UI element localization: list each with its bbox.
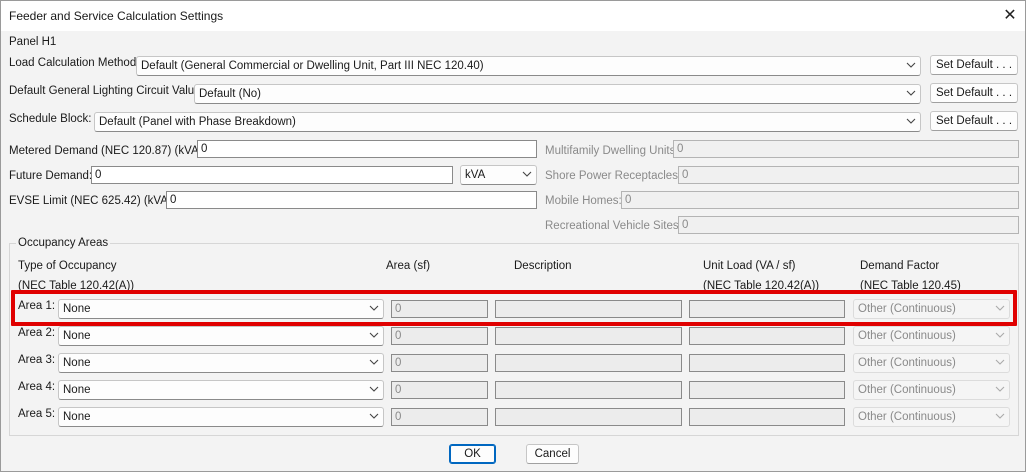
- area-demand-select: Other (Continuous): [853, 326, 1010, 346]
- metered-demand-input[interactable]: 0: [197, 140, 537, 158]
- area-demand-select: Other (Continuous): [853, 407, 1010, 427]
- area-type-select[interactable]: None: [58, 380, 384, 400]
- area-description-input: [495, 327, 682, 345]
- area-label: Area 2:: [18, 327, 56, 339]
- area-sf-input: 0: [391, 381, 488, 399]
- header-area: Area (sf): [386, 260, 431, 272]
- area-sf-value: 0: [395, 384, 402, 396]
- chevron-down-icon: [369, 413, 379, 419]
- load-calc-label: Load Calculation Method:: [9, 57, 140, 69]
- area-demand-value: Other (Continuous): [858, 330, 956, 342]
- area-type-value: None: [63, 411, 91, 423]
- lighting-value: Default (No): [199, 88, 261, 100]
- header-type: Type of Occupancy: [18, 260, 117, 272]
- chevron-down-icon: [906, 90, 916, 96]
- schedule-label: Schedule Block:: [9, 113, 92, 125]
- rv-input: 0: [678, 216, 1019, 234]
- chevron-down-icon: [995, 386, 1005, 392]
- shore-label: Shore Power Receptacles:: [545, 170, 682, 182]
- panel-label: Panel H1: [9, 36, 57, 48]
- area-sf-value: 0: [395, 357, 402, 369]
- mobile-input: 0: [621, 191, 1019, 209]
- load-calc-set-default-button[interactable]: Set Default . . .: [930, 55, 1018, 75]
- area-type-select[interactable]: None: [58, 326, 384, 346]
- title-bar: Feeder and Service Calculation Settings …: [1, 1, 1025, 31]
- chevron-down-icon: [369, 386, 379, 392]
- multifamily-value: 0: [677, 143, 684, 155]
- area-type-value: None: [63, 357, 91, 369]
- area-demand-value: Other (Continuous): [858, 357, 956, 369]
- area-sf-input: 0: [391, 354, 488, 372]
- area-label: Area 3:: [18, 354, 56, 366]
- area-unit-load-input: [689, 408, 845, 426]
- metered-value: 0: [201, 143, 208, 155]
- mobile-label: Mobile Homes:: [545, 195, 622, 207]
- rv-label: Recreational Vehicle Sites:: [545, 220, 682, 232]
- ok-button[interactable]: OK: [449, 444, 496, 464]
- area-sf-input: 0: [391, 408, 488, 426]
- occupancy-group-label: Occupancy Areas: [16, 237, 111, 249]
- rv-value: 0: [682, 219, 689, 231]
- chevron-down-icon: [369, 332, 379, 338]
- lighting-set-default-button[interactable]: Set Default . . .: [930, 83, 1018, 103]
- area-unit-load-input: [689, 381, 845, 399]
- future-value: 0: [95, 169, 102, 181]
- lighting-label: Default General Lighting Circuit Value:: [9, 85, 204, 97]
- multifamily-input: 0: [673, 140, 1019, 158]
- schedule-set-default-button[interactable]: Set Default . . .: [930, 111, 1018, 131]
- chevron-down-icon: [369, 359, 379, 365]
- chevron-down-icon: [522, 171, 532, 177]
- future-unit-value: kVA: [465, 169, 486, 181]
- header-unit-load: Unit Load (VA / sf): [703, 260, 796, 272]
- future-unit-select[interactable]: kVA: [460, 165, 537, 185]
- multifamily-label: Multifamily Dwelling Units:: [545, 145, 679, 157]
- area-demand-select: Other (Continuous): [853, 353, 1010, 373]
- area-demand-value: Other (Continuous): [858, 384, 956, 396]
- future-demand-input[interactable]: 0: [91, 166, 453, 184]
- chevron-down-icon: [906, 62, 916, 68]
- close-icon[interactable]: ✕: [997, 4, 1023, 28]
- evse-value: 0: [170, 194, 177, 206]
- area-sf-value: 0: [395, 411, 402, 423]
- mobile-value: 0: [625, 194, 632, 206]
- chevron-down-icon: [995, 359, 1005, 365]
- schedule-value: Default (Panel with Phase Breakdown): [99, 116, 296, 128]
- area-label: Area 4:: [18, 381, 56, 393]
- shore-input: 0: [678, 166, 1019, 184]
- header-description: Description: [514, 260, 572, 272]
- lighting-select[interactable]: Default (No): [194, 84, 921, 104]
- shore-value: 0: [682, 169, 689, 181]
- area-sf-input: 0: [391, 327, 488, 345]
- area-type-value: None: [63, 330, 91, 342]
- area-type-select[interactable]: None: [58, 353, 384, 373]
- area-demand-select: Other (Continuous): [853, 380, 1010, 400]
- future-label: Future Demand:: [9, 170, 93, 182]
- highlight-box: [11, 290, 1017, 326]
- window-title: Feeder and Service Calculation Settings: [9, 9, 224, 23]
- chevron-down-icon: [995, 413, 1005, 419]
- header-demand: Demand Factor: [860, 260, 940, 272]
- cancel-button[interactable]: Cancel: [526, 444, 579, 464]
- chevron-down-icon: [906, 118, 916, 124]
- evse-label: EVSE Limit (NEC 625.42) (kVA):: [9, 195, 175, 207]
- area-type-value: None: [63, 384, 91, 396]
- schedule-select[interactable]: Default (Panel with Phase Breakdown): [94, 112, 921, 132]
- area-description-input: [495, 354, 682, 372]
- load-calc-value: Default (General Commercial or Dwelling …: [141, 60, 484, 72]
- area-type-select[interactable]: None: [58, 407, 384, 427]
- chevron-down-icon: [995, 332, 1005, 338]
- evse-limit-input[interactable]: 0: [166, 191, 537, 209]
- load-calc-select[interactable]: Default (General Commercial or Dwelling …: [136, 56, 921, 76]
- metered-label: Metered Demand (NEC 120.87) (kVA):: [9, 145, 206, 157]
- area-demand-value: Other (Continuous): [858, 411, 956, 423]
- area-label: Area 5:: [18, 408, 56, 420]
- area-description-input: [495, 408, 682, 426]
- area-description-input: [495, 381, 682, 399]
- area-unit-load-input: [689, 327, 845, 345]
- area-sf-value: 0: [395, 330, 402, 342]
- area-unit-load-input: [689, 354, 845, 372]
